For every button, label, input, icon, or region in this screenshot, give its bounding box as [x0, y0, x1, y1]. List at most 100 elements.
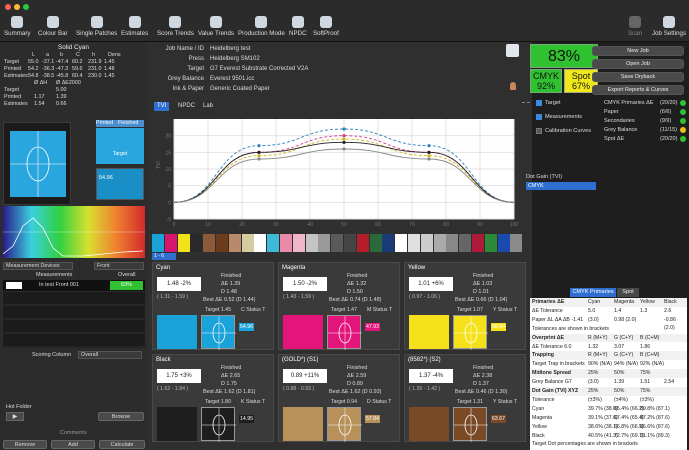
- patch-swatch[interactable]: [395, 234, 408, 252]
- table-cell: Black: [532, 432, 545, 439]
- open-job-button[interactable]: Open Job: [592, 59, 684, 69]
- card-d: D 1.48: [221, 289, 237, 295]
- tab-lab[interactable]: Lab: [200, 102, 216, 111]
- patch-swatch[interactable]: [203, 234, 216, 252]
- table-cell: 87.2% (87.6): [640, 414, 670, 421]
- scoring-column-select[interactable]: Overall: [78, 351, 142, 359]
- export-reports-button[interactable]: Export Reports & Curves: [592, 85, 684, 95]
- patch-swatch[interactable]: [318, 234, 331, 252]
- patch-swatch[interactable]: [472, 234, 484, 252]
- calculate-button[interactable]: Calculate: [99, 440, 145, 449]
- save-dryback-button[interactable]: Save Dryback: [592, 72, 684, 82]
- patch-swatch[interactable]: [356, 234, 369, 252]
- front-select[interactable]: Front: [94, 262, 144, 270]
- close-window-button[interactable]: [5, 4, 11, 10]
- toolbar-npdc[interactable]: NPDC: [289, 16, 307, 37]
- measurement-list[interactable]: [3, 292, 145, 348]
- add-button[interactable]: Add: [51, 440, 95, 449]
- patch-swatch[interactable]: [369, 234, 382, 252]
- patch-swatch[interactable]: [344, 234, 356, 252]
- tvi-data-point: [342, 127, 346, 131]
- ink-card-title: (GOLD*) (S1): [282, 357, 319, 363]
- density-bracket: ( 0.88 - 0.93 ): [283, 386, 315, 392]
- patch-swatch[interactable]: [408, 234, 420, 252]
- card-finished: Finished: [347, 365, 368, 371]
- swatch-range-select[interactable]: 1 - 6: [152, 253, 176, 260]
- minimize-window-button[interactable]: [14, 4, 20, 10]
- ink-card[interactable]: (8582*) (S2) 1.37 -4% ( 1.26 - 1.42 ) Finis…: [404, 354, 526, 442]
- patch-swatch[interactable]: [433, 234, 446, 252]
- patch-swatch[interactable]: [164, 234, 177, 252]
- score-label: Secondaries: [604, 118, 635, 124]
- y-tick-label: 15: [165, 150, 171, 156]
- ink-card[interactable]: Cyan 1.48 -2% ( 1.31 - 1.59 ) Finished ΔE 1.…: [152, 262, 274, 350]
- toolbar-single-patches[interactable]: Single Patches: [76, 16, 117, 37]
- play-button[interactable]: ▶: [6, 412, 24, 421]
- ink-card[interactable]: (GOLD*) (S1) 0.89 +11% ( 0.88 - 0.93 ) Fini…: [278, 354, 400, 442]
- tab-npdc[interactable]: NPDC: [175, 102, 198, 111]
- toolbar-colour-bar[interactable]: Colour Bar: [38, 16, 68, 37]
- patch-swatch[interactable]: [484, 234, 497, 252]
- remove-button[interactable]: Remove: [3, 440, 47, 449]
- ink-card[interactable]: Magenta 1.50 -2% ( 1.43 - 1.59 ) Finished ΔE…: [278, 262, 400, 350]
- patch-swatch[interactable]: [152, 234, 164, 252]
- toolbar-value-trends[interactable]: Value Trends: [198, 16, 234, 37]
- patch-swatch[interactable]: [420, 234, 433, 252]
- toolbar-score-trends[interactable]: Score Trends: [157, 16, 194, 37]
- table-cell: 1.86: [640, 343, 651, 350]
- card-ab-plot: [327, 315, 362, 350]
- patch-swatch[interactable]: [241, 234, 254, 252]
- toolbar-softproof[interactable]: SoftProof: [313, 16, 339, 37]
- toolbar-label: Estimates: [121, 30, 149, 37]
- new-job-button[interactable]: New Job: [592, 46, 684, 56]
- patch-swatch[interactable]: [446, 234, 459, 252]
- spectrum-curve: [2, 217, 145, 257]
- toolbar-label: SoftProof: [313, 30, 339, 37]
- patch-swatch[interactable]: [254, 234, 267, 252]
- measurement-row[interactable]: In test Front 001 63%: [3, 280, 145, 291]
- patch-swatch[interactable]: [292, 234, 305, 252]
- patch-swatch[interactable]: [305, 234, 318, 252]
- tab-cmyk-primaries[interactable]: CMYK Primaries: [570, 288, 616, 297]
- zoom-window-button[interactable]: [23, 4, 29, 10]
- patch-swatch[interactable]: [216, 234, 228, 252]
- patch-swatch[interactable]: [382, 234, 395, 252]
- toolbar-production-mode[interactable]: Production Mode: [238, 16, 285, 37]
- score-value: (11/15): [660, 127, 678, 133]
- measurements-checkbox[interactable]: [536, 114, 542, 120]
- card-status: M Status T: [367, 307, 392, 313]
- card-status: Y Status T: [493, 399, 518, 405]
- ink-card[interactable]: Black 1.75 +3% ( 1.62 - 1.84 ) Finished ΔE 2…: [152, 354, 274, 442]
- patch-swatch[interactable]: [497, 234, 510, 252]
- ink-card[interactable]: Yellow 1.01 +6% ( 0.97 - 1.06 ) Finished ΔE …: [404, 262, 526, 350]
- measurement-devices-select[interactable]: Measurement Devices: [3, 262, 73, 270]
- document-icon[interactable]: [506, 44, 519, 57]
- patch-swatch[interactable]: [190, 234, 203, 252]
- toolbar-estimates[interactable]: Estimates: [121, 16, 148, 37]
- target-checkbox[interactable]: [536, 100, 542, 106]
- card-status: C Status T: [241, 307, 266, 313]
- toolbar-job-settings[interactable]: Job Settings: [652, 16, 686, 37]
- patch-swatch[interactable]: [228, 234, 241, 252]
- card-finished: Finished: [473, 365, 494, 371]
- tab-tvi[interactable]: TVI: [154, 102, 170, 111]
- dot-gain-select[interactable]: CMYK: [526, 182, 596, 190]
- tvi-data-point: [342, 137, 346, 141]
- patch-swatch[interactable]: [177, 234, 190, 252]
- table-cell: 50%: [614, 370, 625, 377]
- calibration-checkbox[interactable]: [536, 128, 542, 134]
- browse-button[interactable]: Browse: [98, 412, 144, 421]
- toolbar-summary[interactable]: Summary: [4, 16, 30, 37]
- tvi-data-point: [342, 134, 346, 138]
- score-value: (6/6): [660, 109, 672, 115]
- patch-swatch[interactable]: [331, 234, 344, 252]
- job-field-label: Job Name / ID: [165, 46, 204, 52]
- patch-swatch[interactable]: [459, 234, 472, 252]
- toolbar-scan[interactable]: Scan: [628, 16, 642, 37]
- lab-col-header: a: [46, 52, 49, 58]
- tab-spot[interactable]: Spot: [617, 288, 639, 297]
- patch-swatch[interactable]: [510, 234, 523, 252]
- tvi-data-point: [342, 140, 346, 144]
- patch-swatch[interactable]: [267, 234, 280, 252]
- patch-swatch[interactable]: [280, 234, 292, 252]
